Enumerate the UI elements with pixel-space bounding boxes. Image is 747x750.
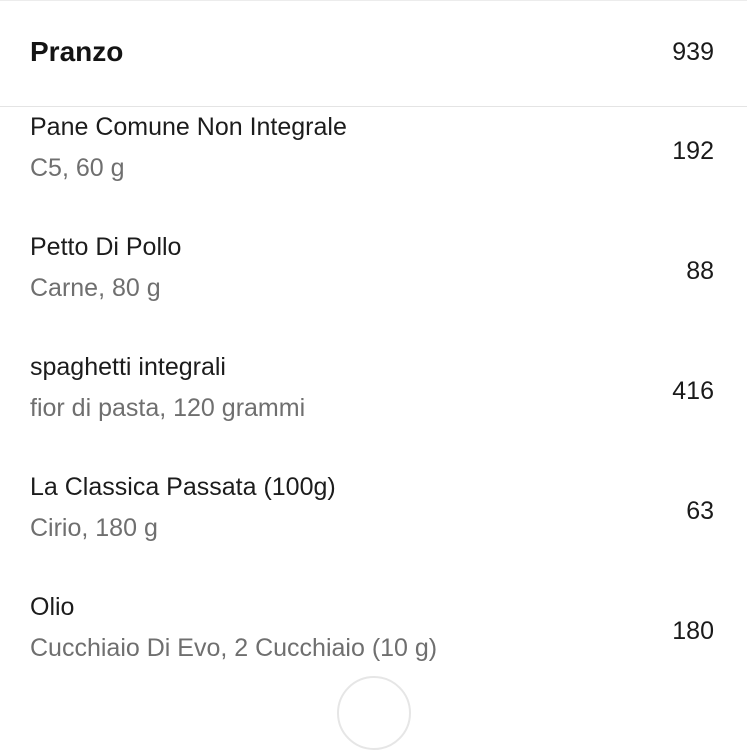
meal-section-header[interactable]: Pranzo 939 (0, 0, 747, 107)
food-name: Olio (30, 593, 75, 621)
food-detail: fior di pasta, 120 grammi (30, 394, 306, 422)
food-item-spaghetti[interactable]: spaghetti integrali fior di pasta, 120 g… (0, 347, 747, 467)
food-name: spaghetti integrali (30, 353, 226, 381)
floating-action-button[interactable] (337, 676, 411, 750)
food-name: Pane Comune Non Integrale (30, 113, 347, 141)
food-name: La Classica Passata (100g) (30, 473, 336, 501)
food-name: Petto Di Pollo (30, 233, 182, 261)
meal-total-calories: 939 (672, 38, 714, 66)
food-calories: 88 (686, 257, 714, 285)
food-item-pane[interactable]: Pane Comune Non Integrale C5, 60 g 192 (0, 107, 747, 227)
food-calories: 192 (672, 137, 714, 165)
food-calories: 416 (672, 377, 714, 405)
food-item-petto-di-pollo[interactable]: Petto Di Pollo Carne, 80 g 88 (0, 227, 747, 347)
food-detail: Carne, 80 g (30, 274, 161, 302)
food-calories: 63 (686, 497, 714, 525)
food-detail: C5, 60 g (30, 154, 125, 182)
meal-title: Pranzo (30, 36, 124, 67)
food-detail: Cirio, 180 g (30, 514, 158, 542)
food-detail: Cucchiaio Di Evo, 2 Cucchiaio (10 g) (30, 634, 438, 662)
food-calories: 180 (672, 617, 714, 645)
food-item-passata[interactable]: La Classica Passata (100g) Cirio, 180 g … (0, 467, 747, 587)
